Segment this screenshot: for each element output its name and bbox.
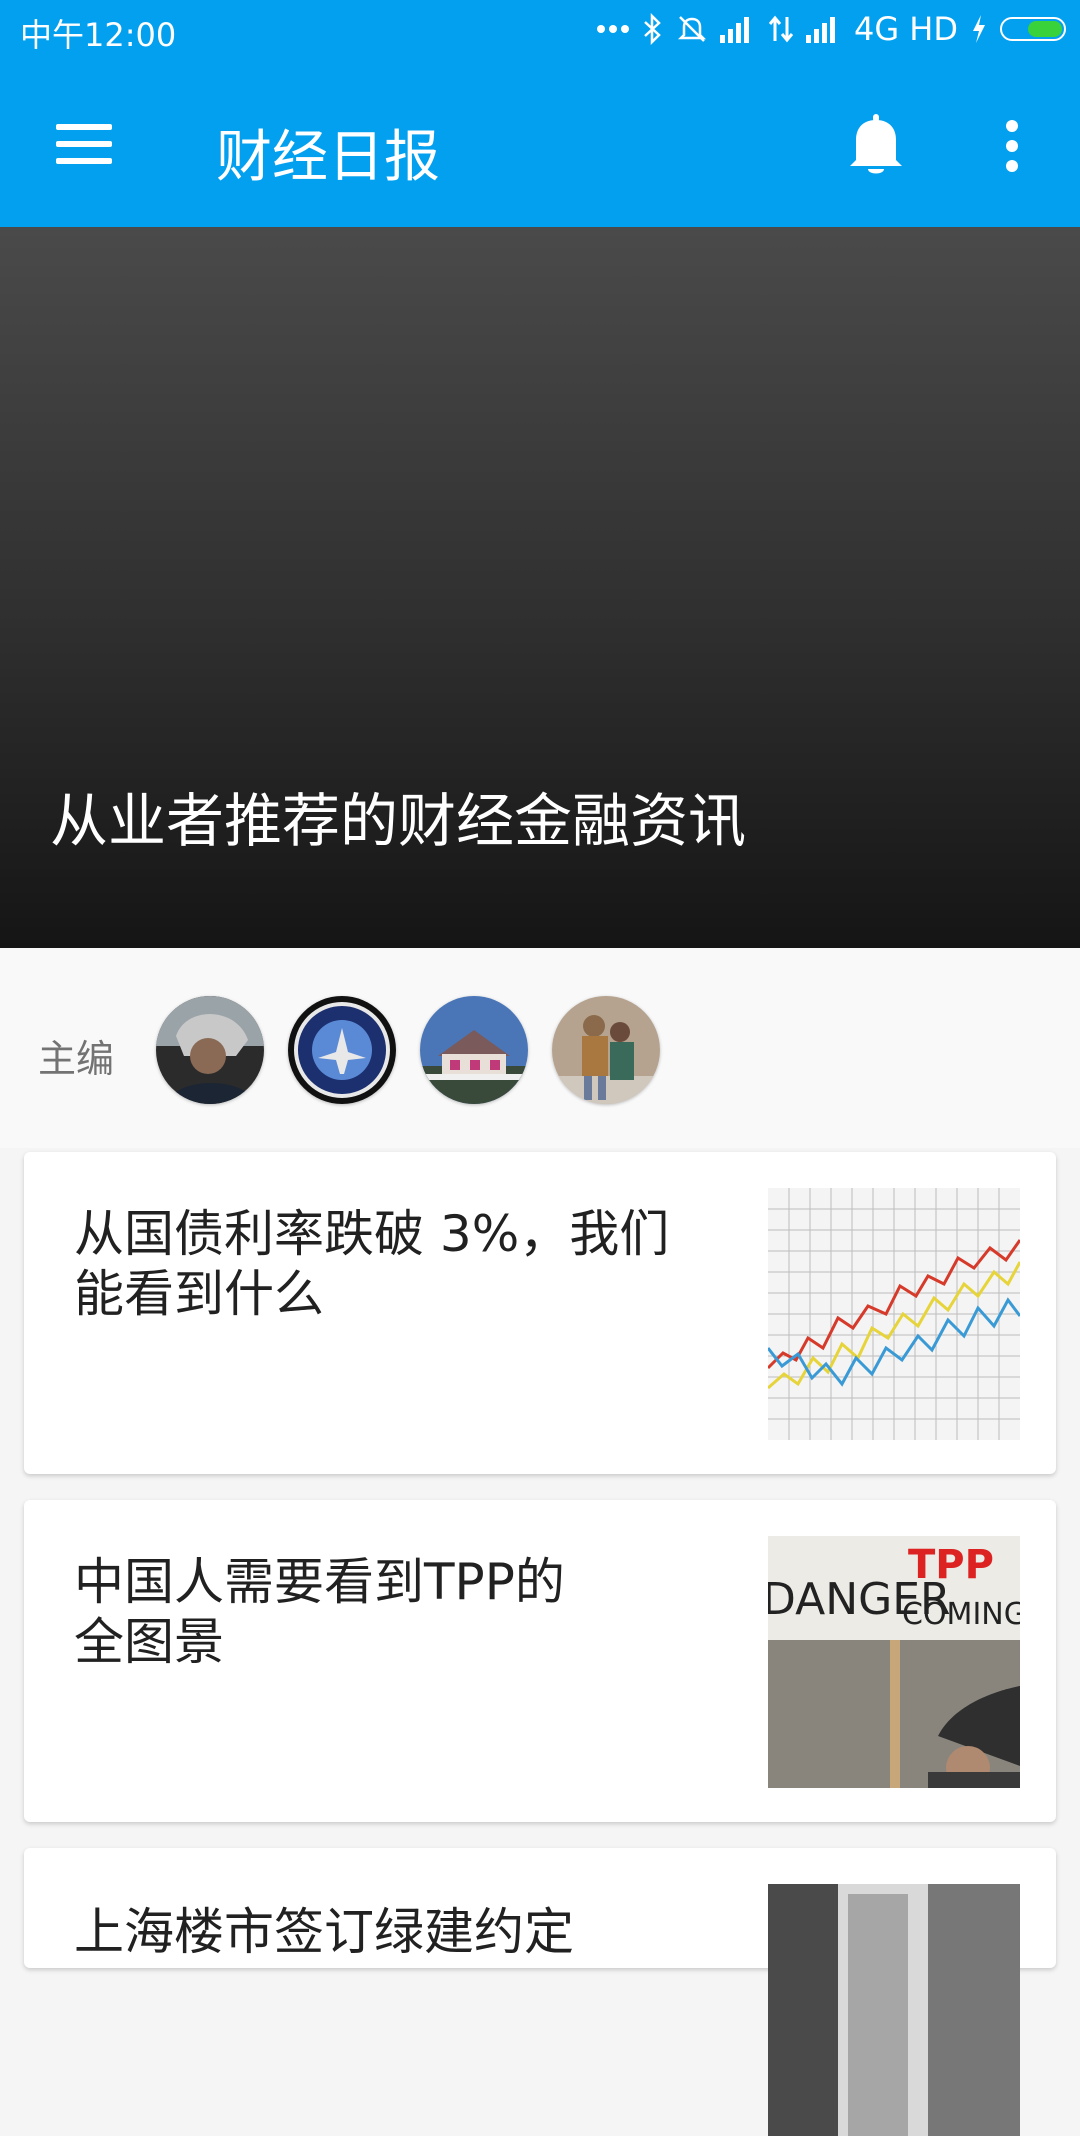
editors-label: 主编 [38, 1037, 115, 1081]
battery-icon [1000, 17, 1066, 41]
signal-icon [719, 17, 749, 43]
article-headline: 中国人需要看到TPP的 全图景 [74, 1552, 684, 1672]
avatar-jet-badge[interactable] [288, 996, 396, 1104]
avatar-couple[interactable] [552, 996, 660, 1104]
article-card[interactable]: 上海楼市签订绿建约定 [24, 1848, 1056, 2136]
hero-banner[interactable]: 从业者推荐的财经金融资讯 [0, 227, 1080, 948]
status-time: 中午12:00 [20, 16, 177, 54]
more-dots-icon [596, 25, 629, 33]
avatar-person-hood[interactable] [156, 996, 264, 1104]
article-headline: 从国债利率跌破 3%，我们 能看到什么 [74, 1204, 684, 1324]
status-icons: 4G HD [596, 10, 1066, 48]
headline-line: 能看到什么 [74, 1265, 324, 1323]
more-vert-icon[interactable] [996, 118, 1028, 174]
sign-text-coming: COMING [902, 1597, 1020, 1632]
bluetooth-icon [644, 13, 661, 45]
charging-icon [973, 15, 985, 43]
stock-chart-image [768, 1188, 1020, 1440]
article-headline: 上海楼市签订绿建约定 [74, 1902, 684, 1962]
sign-text-tpp: TPP [908, 1542, 994, 1588]
headline-line: 中国人需要看到TPP的 [74, 1553, 565, 1611]
building-image [768, 1884, 1020, 2136]
mute-bell-icon [677, 16, 706, 42]
avatar-house[interactable] [420, 996, 528, 1104]
article-card[interactable]: 中国人需要看到TPP的 全图景 DANGER TPP COMING [24, 1500, 1056, 1822]
signal-icon [805, 17, 835, 43]
headline-line: 上海楼市签订绿建约定 [74, 1903, 574, 1961]
status-bar: 中午12:00 4G HD [0, 0, 1080, 60]
data-arrows-icon [768, 15, 794, 43]
app-title: 财经日报 [216, 125, 440, 190]
headline-line: 从国债利率跌破 3%，我们 [74, 1205, 670, 1263]
notification-bell-icon[interactable] [846, 112, 906, 178]
hero-title: 从业者推荐的财经金融资讯 [50, 787, 747, 855]
article-card[interactable]: 从国债利率跌破 3%，我们 能看到什么 [24, 1152, 1056, 1474]
menu-icon[interactable] [56, 124, 112, 164]
network-type: 4G HD [853, 10, 958, 48]
editors-row: 主编 [0, 948, 1080, 1148]
app-bar: 财经日报 [0, 60, 1080, 227]
battery-level [1028, 21, 1062, 37]
headline-line: 全图景 [74, 1613, 224, 1671]
protest-sign-image: DANGER TPP COMING [768, 1536, 1020, 1788]
